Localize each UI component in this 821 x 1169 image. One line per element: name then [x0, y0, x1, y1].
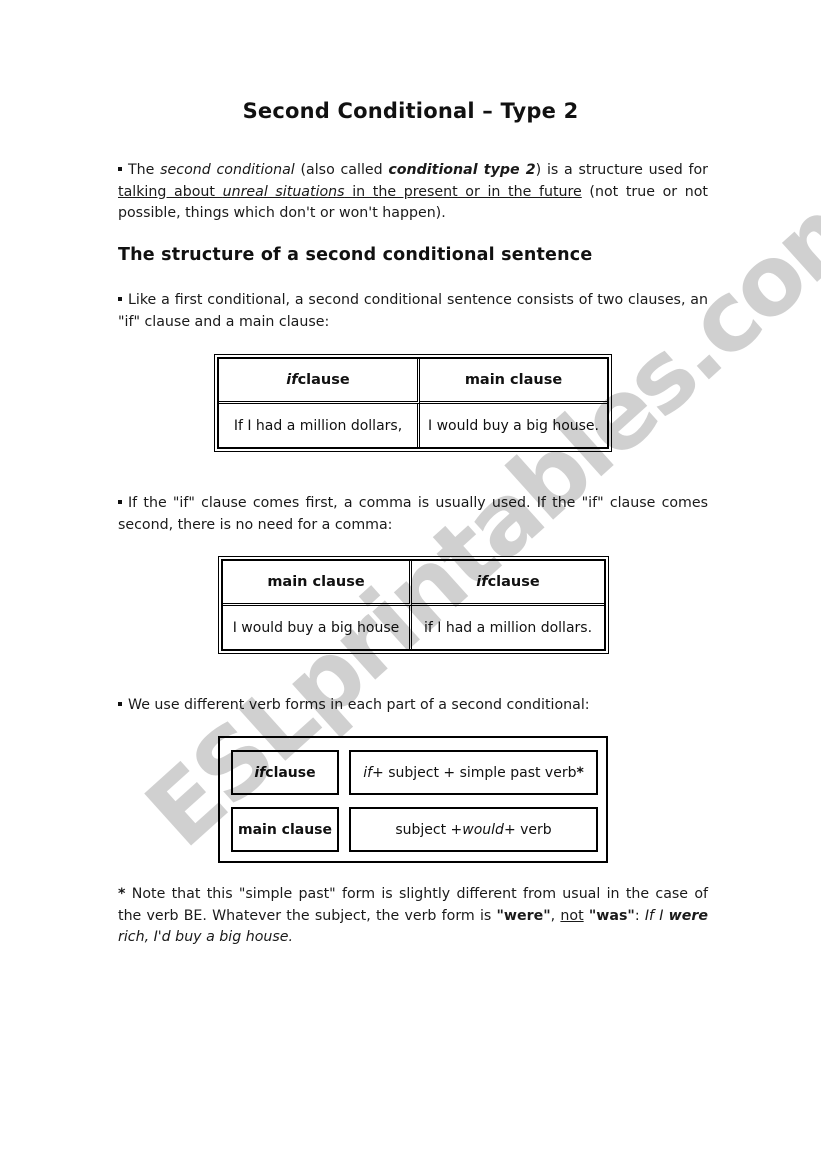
header-label: main clause [267, 574, 365, 590]
footnote-were: "were" [496, 907, 551, 924]
footnote-text: : [634, 907, 645, 924]
header-label: clause [487, 574, 540, 590]
formula-text: subject + [395, 821, 463, 838]
intro-text: The [128, 162, 161, 178]
header-label: clause [297, 372, 350, 388]
example-table-if-first: if clause main clause If I had a million… [214, 354, 612, 452]
example-table-main-first: main clause if clause I would buy a big … [218, 556, 609, 654]
label-text: clause [265, 764, 316, 781]
verb-forms-text: We use different verb forms in each part… [128, 697, 590, 713]
worksheet-page: Second Conditional – Type 2 The second c… [0, 0, 821, 1169]
structure-text: Like a first conditional, a second condi… [118, 292, 708, 330]
table-header-if-clause: if clause [219, 359, 420, 404]
intro-term-second-conditional: second conditional [160, 162, 295, 178]
footnote-example: rich, I'd buy a big house. [118, 929, 294, 945]
comma-paragraph: If the "if" clause comes first, a comma … [118, 493, 708, 536]
section-heading: The structure of a second conditional se… [118, 245, 593, 265]
table-cell-main-clause-example: I would buy a big house. [427, 417, 599, 434]
table-cell-main-clause-example: I would buy a big house [223, 606, 412, 649]
table-header-main-clause: main clause [223, 561, 412, 606]
intro-underlined-term: unreal situations [222, 183, 345, 200]
formula-if-word: if [363, 764, 373, 781]
table-header-if-clause: if clause [412, 561, 604, 606]
formula-if-clause: if + subject + simple past verb * [349, 750, 598, 795]
page-title: Second Conditional – Type 2 [242, 99, 579, 123]
bullet-icon [118, 296, 122, 301]
footnote-was: "was" [588, 907, 635, 924]
footnote-not: not [560, 907, 584, 924]
comma-text: If the "if" clause comes first, a comma … [118, 495, 708, 533]
intro-underlined-text: talking about [118, 183, 223, 200]
bullet-icon [118, 701, 122, 706]
footnote-example: If I [644, 907, 669, 924]
intro-term-type-2: conditional type 2 [388, 162, 536, 178]
footnote-example-were: were [668, 907, 708, 924]
formula-main-clause: subject + would + verb [349, 807, 598, 852]
header-if-word: if [286, 372, 298, 388]
formula-text: + subject + simple past verb [372, 764, 577, 781]
verb-forms-table: if clause if + subject + simple past ver… [218, 736, 608, 863]
intro-underlined-text: in the present or in the future [344, 183, 582, 200]
header-label: main clause [464, 372, 563, 388]
formula-text: + verb [503, 821, 552, 838]
bullet-icon [118, 166, 122, 171]
verb-forms-paragraph: We use different verb forms in each part… [118, 695, 708, 717]
footnote-text: , [550, 907, 561, 924]
intro-paragraph: The second conditional (also called cond… [118, 160, 708, 225]
asterisk-footnote-marker: * [576, 764, 584, 781]
label-main-clause: main clause [231, 807, 339, 852]
table-header-main-clause: main clause [420, 359, 607, 404]
table-cell-if-clause-example: if I had a million dollars. [423, 619, 593, 636]
header-if-word: if [476, 574, 488, 590]
intro-text: (also called [294, 162, 389, 178]
table-cell-if-clause-example: If I had a million dollars, [219, 404, 420, 447]
formula-would-word: would [462, 821, 504, 838]
footnote-paragraph: * Note that this "simple past" form is s… [118, 884, 708, 949]
label-if-word: if [254, 764, 266, 781]
label-text: main clause [237, 821, 332, 838]
bullet-icon [118, 499, 122, 504]
intro-text: ) is a structure used for [535, 162, 709, 178]
label-if-clause: if clause [231, 750, 339, 795]
structure-paragraph: Like a first conditional, a second condi… [118, 290, 708, 333]
